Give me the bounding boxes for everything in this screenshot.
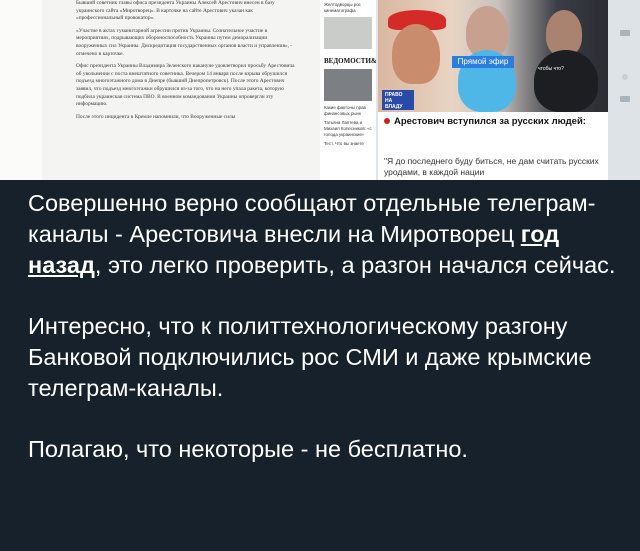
news-snippet: Татьяна Лаптева и Михаил Колесников: «с … [324,120,372,137]
message-paragraph-2: Интересно, что к политтехнологическому р… [28,313,592,401]
video-quote: "Я до последнего буду биться, не дам счи… [384,156,599,177]
news-sidebar-screenshot: Желтодворцы рос кинематографа ВЕДОМОСТИ&… [320,0,376,180]
article-text: Бывший советник главы офиса президента У… [76,0,296,126]
vedomosti-logo: ВЕДОМОСТИ& [324,57,376,66]
person-right-shirt [534,50,598,112]
menu-icon [620,96,630,102]
shirt-print: чтобы что? [538,66,564,72]
news-snippet: Тест. Что вы знаете [324,141,364,147]
news-thumbnail [324,17,372,50]
message-paragraph-3: Полагаю, что некоторые - не бесплатно. [28,436,468,462]
article-paragraph: «Участие в актах гуманитарной агрессии п… [76,27,293,57]
page-margin [0,0,42,180]
article-screenshot: Бывший советник главы офиса президента У… [0,0,320,180]
headline-text: Арестович вступился за русских людей: [394,116,586,127]
news-snippet: Желтодворцы рос кинематографа [324,2,361,13]
news-thumbnail [324,69,372,102]
article-paragraph: Офис президента Украины Владимира Зеленс… [76,63,295,108]
message-text: Совершенно верно сообщают отдельные теле… [28,188,628,495]
article-paragraph: Бывший советник главы офиса президента У… [76,0,275,22]
news-snippet: Какие фактоны прав финансовых рынк [324,105,366,116]
live-dot-icon [384,118,390,124]
channel-logo: ПРАВО НА ВЛАДУ [382,90,414,110]
text-run: , это легко проверить, а разгон начался … [94,252,616,278]
attached-photo-collage[interactable]: Бывший советник главы офиса президента У… [0,0,640,180]
video-news-screenshot: Прямой эфир чтобы что? ПРАВО НА ВЛАДУ Ар… [378,0,608,180]
message-paragraph-1: Совершенно верно сообщают отдельные теле… [28,188,628,281]
live-broadcast-badge: Прямой эфир [452,56,514,68]
article-paragraph: После этого инцидента в Кремле напомнили… [76,113,236,120]
person-left [392,24,440,84]
video-frame: Прямой эфир чтобы что? ПРАВО НА ВЛАДУ [378,0,608,112]
menu-icon [620,30,630,36]
video-headline: Арестович вступился за русских людей: [384,116,604,127]
dot-icon [622,74,628,80]
text-run: Совершенно верно сообщают отдельные теле… [28,190,596,247]
background-strip [608,0,640,180]
